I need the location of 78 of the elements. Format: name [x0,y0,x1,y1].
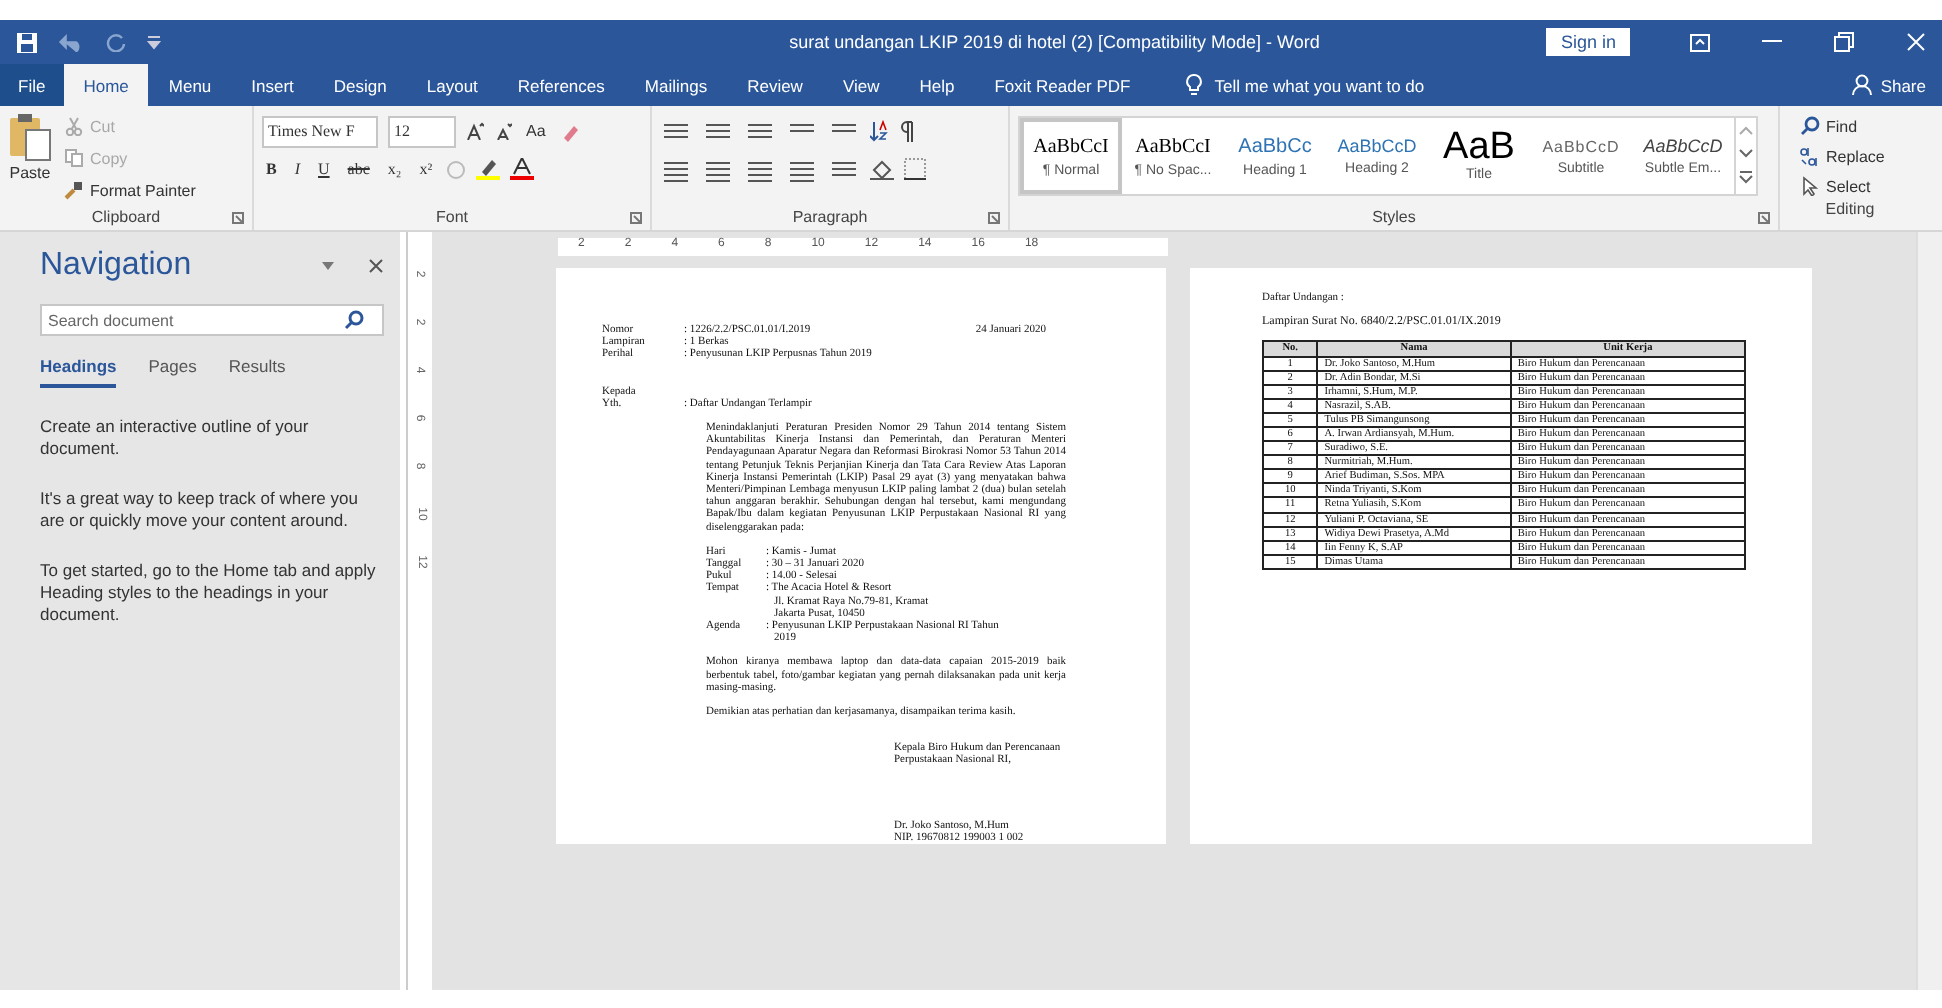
ribbon-tab[interactable]: File [0,64,64,106]
align-right-icon[interactable] [744,157,776,181]
share-button[interactable]: Share [1880,75,1926,95]
center-icon[interactable] [702,157,734,181]
paste-button[interactable]: Paste [8,112,52,208]
group-label: Paragraph [792,208,868,226]
ribbon-tab[interactable]: Home [63,64,149,106]
window-title: surat undangan LKIP 2019 di hotel (2) [Compatibility Mode] - Word [787,32,1322,52]
scissors-icon [64,116,84,136]
ribbon-tab[interactable]: Design [313,64,407,106]
format-button[interactable]: abc [343,160,374,178]
pane-tab[interactable]: Results [228,356,286,388]
paintbrush-icon [64,180,84,200]
ribbon-tab[interactable]: Layout [406,64,498,106]
help-text: To get started, go to the Home tab and apply Heading styles to the headings in your document. [40,560,378,626]
dialog-launcher-icon[interactable] [1758,212,1770,224]
change-case-button[interactable]: Aa [522,122,550,140]
dialog-launcher-icon[interactable] [988,212,1000,224]
align-left-icon[interactable] [660,157,692,181]
group-label: Styles [1372,208,1416,226]
pilcrow-icon[interactable] [900,120,916,142]
tell-me-search[interactable]: Tell me what you want to do [1214,75,1425,95]
format-button[interactable]: I [290,160,305,178]
dropdown-icon[interactable] [320,260,336,272]
borders-icon[interactable] [904,158,926,180]
help-text: It's a great way to keep track of where you are or quickly move your content around. [40,488,360,532]
copy-icon [64,148,84,168]
pane-tab[interactable]: Headings [40,356,117,388]
ribbon-tab[interactable]: Mailings [624,64,728,106]
close-icon[interactable] [368,258,384,274]
customize-toolbar-icon[interactable] [146,34,162,50]
search-icon[interactable] [344,310,364,330]
group-label: Font [435,208,468,226]
font-size-field[interactable]: 12 [388,115,456,147]
ribbon-tab[interactable]: Insert [231,64,314,106]
editing-button[interactable]: Find [1796,112,1912,140]
lightbulb-icon[interactable] [1186,74,1203,96]
shading-icon[interactable] [870,158,894,180]
ribbon-tab[interactable]: Menu [148,64,232,106]
save-icon[interactable] [16,31,38,53]
sign-in-button[interactable]: Sign in [1546,28,1630,56]
grow-font-icon[interactable] [466,122,484,140]
person-icon[interactable] [1852,74,1873,96]
pane-title: Navigation [40,248,194,284]
ribbon-tab[interactable]: Review [727,64,823,106]
clipboard-button[interactable]: Format Painter [60,176,200,204]
format-button[interactable]: B [262,160,281,178]
dialog-launcher-icon[interactable] [630,212,642,224]
sort-icon[interactable] [870,120,890,142]
replace-icon [1800,146,1820,166]
group-label: Editing [1825,200,1875,218]
minimize-icon[interactable] [1762,40,1782,44]
vertical-scrollbar[interactable] [1916,232,1942,990]
font-name-field[interactable]: Times New F [262,115,378,147]
format-button[interactable]: x₂ [383,160,406,178]
justify-icon[interactable] [786,157,818,181]
font-color-icon[interactable] [510,158,535,180]
editing-button[interactable]: Replace [1796,142,1912,170]
redo-icon[interactable] [106,32,126,52]
pane-tab[interactable]: Pages [148,356,197,388]
dialog-launcher-icon[interactable] [232,212,244,224]
format-button[interactable]: x² [415,160,437,178]
help-text: Create an interactive outline of your document. [40,416,311,460]
shrink-font-icon[interactable] [494,122,512,140]
ribbon-tab[interactable]: References [497,64,625,106]
ribbon-tab[interactable]: Help [899,64,975,106]
editing-button[interactable]: Select [1796,172,1912,200]
search-field[interactable]: Search document [40,304,384,336]
ribbon-display-options-icon[interactable] [1690,33,1710,51]
restore-icon[interactable] [1834,32,1854,52]
ribbon-tab[interactable]: Foxit Reader PDF [974,64,1151,106]
ribbon-tab[interactable]: View [822,64,900,106]
highlight-icon[interactable] [476,158,501,180]
cursor-icon [1800,176,1820,196]
clear-formatting-icon[interactable] [559,121,580,141]
format-button[interactable]: U [314,160,334,178]
search-icon [1800,116,1820,136]
group-label: Clipboard [91,208,161,226]
